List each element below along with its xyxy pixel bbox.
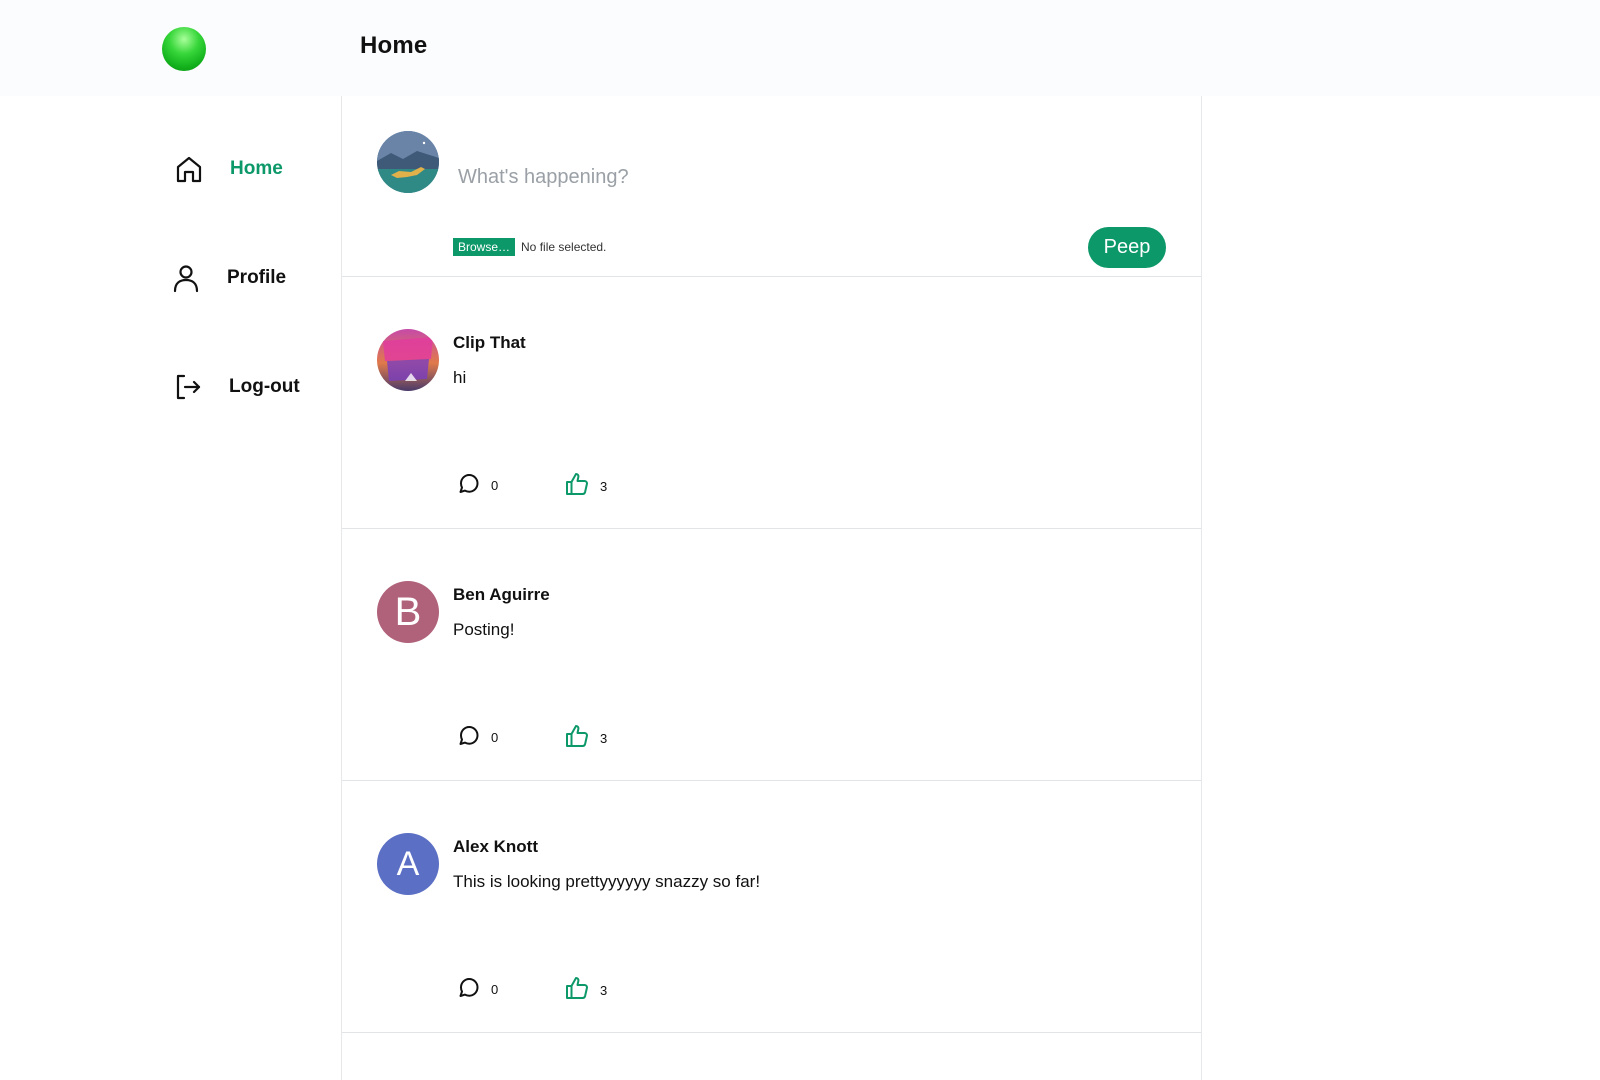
home-icon	[173, 153, 205, 185]
comment-icon	[457, 471, 481, 500]
comment-count: 0	[491, 730, 499, 745]
sidebar-item-logout[interactable]: Log-out	[172, 371, 300, 403]
avatar[interactable]: B	[377, 581, 439, 643]
like-button[interactable]: 3	[564, 723, 607, 754]
feed: Browse… No file selected. Peep C	[341, 96, 1202, 1080]
sidebar-item-profile[interactable]: Profile	[170, 262, 286, 294]
sidebar-item-home[interactable]: Home	[173, 153, 283, 185]
file-picker: Browse… No file selected.	[453, 238, 606, 256]
peep-button[interactable]: Peep	[1088, 227, 1166, 268]
composer-input[interactable]	[458, 162, 1058, 192]
logo-icon[interactable]	[162, 27, 206, 71]
post-content: This is looking prettyyyyyy snazzy so fa…	[453, 872, 761, 891]
comment-icon	[457, 723, 481, 752]
top-header: Home	[0, 0, 1600, 96]
post-item: B Ben Aguirre Posting! 0 3	[342, 529, 1201, 781]
user-avatar[interactable]	[377, 131, 439, 193]
post-content: Posting!	[453, 620, 515, 639]
logout-icon	[172, 371, 204, 403]
comment-icon	[457, 975, 481, 1004]
thumbs-up-icon	[564, 471, 590, 502]
composer: Browse… No file selected. Peep	[342, 96, 1201, 277]
post-author[interactable]: Alex Knott	[453, 837, 538, 857]
comment-count: 0	[491, 478, 499, 493]
avatar[interactable]: A	[377, 833, 439, 895]
like-button[interactable]: 3	[564, 471, 607, 502]
avatar[interactable]	[377, 329, 439, 391]
post-item: A Alex Knott This is looking prettyyyyyy…	[342, 781, 1201, 1033]
post-content: hi	[453, 368, 467, 387]
like-count: 3	[600, 479, 608, 494]
like-count: 3	[600, 731, 608, 746]
comment-count: 0	[491, 982, 499, 997]
post-item: Clip That hi 0 3	[342, 277, 1201, 529]
sidebar-item-label: Home	[230, 158, 283, 179]
like-button[interactable]: 3	[564, 975, 607, 1006]
thumbs-up-icon	[564, 975, 590, 1006]
user-icon	[170, 262, 202, 294]
post-author[interactable]: Ben Aguirre	[453, 585, 550, 605]
browse-button[interactable]: Browse…	[453, 238, 516, 256]
file-status: No file selected.	[521, 240, 607, 254]
like-count: 3	[600, 983, 608, 998]
page-title: Home	[360, 32, 428, 59]
comment-button[interactable]: 0	[457, 471, 498, 500]
comment-button[interactable]: 0	[457, 723, 498, 752]
sidebar-item-label: Profile	[227, 267, 287, 288]
sidebar-item-label: Log-out	[229, 376, 300, 397]
thumbs-up-icon	[564, 723, 590, 754]
comment-button[interactable]: 0	[457, 975, 498, 1004]
post-author[interactable]: Clip That	[453, 333, 526, 353]
